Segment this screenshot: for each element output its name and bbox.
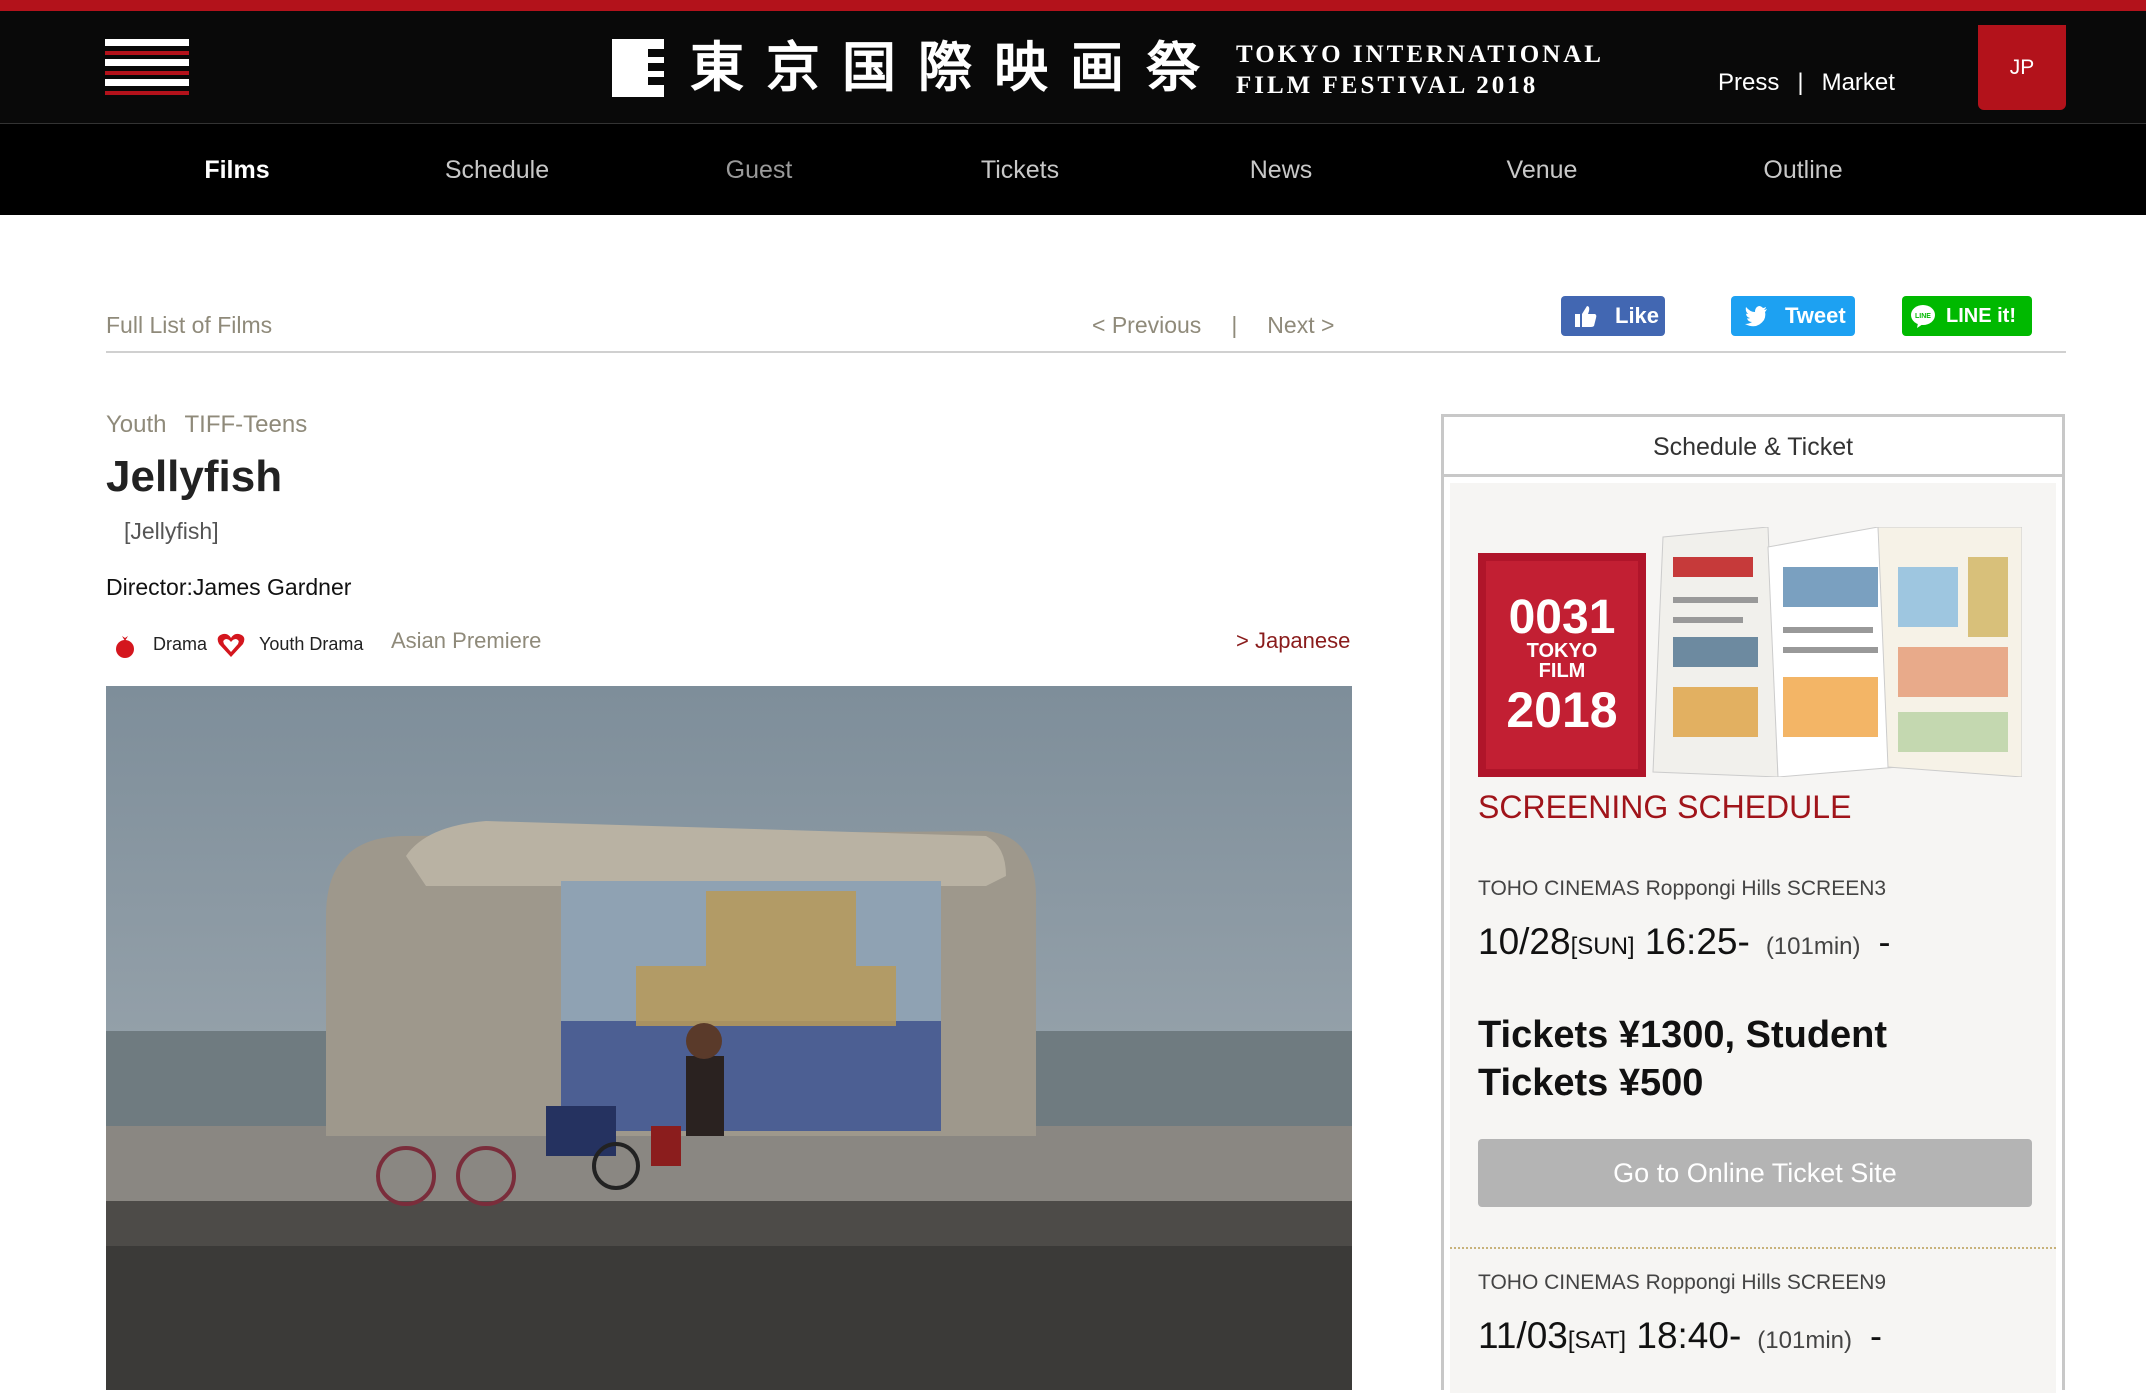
market-link[interactable]: Market xyxy=(1822,69,1895,96)
online-ticket-button[interactable]: Go to Online Ticket Site xyxy=(1478,1139,2032,1207)
screening-time: 18:40- xyxy=(1636,1315,1742,1356)
festival-logo[interactable]: 東京国際映画祭 TOKYO INTERNATIONAL FILM FESTIVA… xyxy=(612,33,1601,103)
top-links: Press | Market xyxy=(1718,69,1895,97)
nav-schedule[interactable]: Schedule xyxy=(397,124,597,216)
top-accent-bar xyxy=(0,0,2146,11)
main-nav: Films Schedule Guest Tickets News Venue … xyxy=(0,123,2146,215)
panel-header: Schedule & Ticket xyxy=(1444,417,2062,477)
nav-outline[interactable]: Outline xyxy=(1703,124,1903,216)
twitter-bird-icon xyxy=(1745,306,1767,327)
film-still-image xyxy=(106,686,1352,1390)
nav-venue[interactable]: Venue xyxy=(1442,124,1642,216)
screening-date: 10/28 xyxy=(1478,921,1571,962)
site-header: 東京国際映画祭 TOKYO INTERNATIONAL FILM FESTIVA… xyxy=(0,11,2146,123)
thumbs-up-icon xyxy=(1575,306,1597,327)
screening-venue: TOHO CINEMAS Roppongi Hills SCREEN9 xyxy=(1478,1271,1887,1294)
tag-youth[interactable]: Youth xyxy=(106,411,167,438)
screening-duration: (101min) xyxy=(1757,1327,1852,1354)
film-title: Jellyfish xyxy=(106,452,283,501)
line-label: LINE it! xyxy=(1946,305,2016,327)
menu-icon[interactable] xyxy=(105,39,189,99)
tag-tiff-teens[interactable]: TIFF-Teens xyxy=(185,411,308,438)
full-list-link[interactable]: Full List of Films xyxy=(106,312,272,339)
previous-link[interactable]: < Previous xyxy=(1092,312,1201,338)
nav-news[interactable]: News xyxy=(1181,124,1381,216)
nav-films[interactable]: Films xyxy=(137,124,337,216)
pagination: < Previous | Next > xyxy=(1092,312,1334,339)
screening-schedule-flyer[interactable]: 0031 TOKYO FILM 2018 xyxy=(1478,526,2023,778)
press-link[interactable]: Press xyxy=(1718,69,1779,96)
film-tags: Youth TIFF-Teens xyxy=(106,411,307,439)
logo-mark-icon xyxy=(612,39,664,97)
screening-duration: (101min) xyxy=(1765,933,1861,960)
ticket-price: Tickets ¥1300, Student Tickets ¥500 xyxy=(1478,1014,1888,1104)
line-icon: LINE xyxy=(1911,305,1935,328)
original-title: [Jellyfish] xyxy=(124,518,219,544)
line-share-button[interactable]: LINE LINE it! xyxy=(1902,296,2032,336)
svg-text:TOKYO: TOKYO xyxy=(1527,640,1598,662)
tweet-button[interactable]: Tweet xyxy=(1731,296,1855,336)
film-still-illustration xyxy=(106,686,1352,1390)
screening-datetime: 10/28[SUN] 16:25- (101min) - xyxy=(1478,921,1891,963)
screening-time: 16:25- xyxy=(1644,921,1750,962)
screening-day: [SAT] xyxy=(1567,1327,1627,1354)
svg-text:0031: 0031 xyxy=(1509,591,1616,644)
screening-day: [SUN] xyxy=(1570,933,1635,960)
flyer-illustration: 0031 TOKYO FILM 2018 xyxy=(1478,526,2023,778)
screening-date: 11/03 xyxy=(1478,1315,1568,1356)
genre-drama: Drama xyxy=(112,630,207,660)
genre-label: Youth Drama xyxy=(259,633,364,654)
language-jp-button[interactable]: JP xyxy=(1978,25,2066,110)
screening-dash: - xyxy=(1878,921,1891,962)
top-link-separator: | xyxy=(1797,69,1804,96)
director: Director:James Gardner xyxy=(106,574,352,600)
facebook-like-button[interactable]: Like xyxy=(1561,296,1665,336)
logo-english: TOKYO INTERNATIONAL FILM FESTIVAL 2018 xyxy=(1236,41,1604,99)
bomb-icon xyxy=(116,636,134,658)
premiere-status: Asian Premiere xyxy=(391,628,542,653)
nav-tickets[interactable]: Tickets xyxy=(920,124,1120,216)
tweet-label: Tweet xyxy=(1785,303,1846,328)
screening-dash: - xyxy=(1870,1315,1882,1356)
svg-text:FILM: FILM xyxy=(1539,660,1586,682)
logo-kanji: 東京国際映画祭 xyxy=(690,36,1222,99)
panel-body: 0031 TOKYO FILM 2018 SCREENING SCHEDULE … xyxy=(1450,483,2056,1393)
screening-venue: TOHO CINEMAS Roppongi Hills SCREEN3 xyxy=(1478,877,1887,900)
svg-text:2018: 2018 xyxy=(1506,682,1617,738)
genre-youth-drama: Youth Drama xyxy=(216,630,363,660)
svg-text:LINE: LINE xyxy=(1915,313,1931,320)
screening-schedule-title: SCREENING SCHEDULE xyxy=(1478,789,1852,825)
divider xyxy=(106,351,2066,353)
pagination-separator: | xyxy=(1231,312,1238,338)
next-link[interactable]: Next > xyxy=(1267,312,1334,338)
screening-divider xyxy=(1450,1247,2056,1249)
screening-datetime: 11/03[SAT] 18:40- (101min) - xyxy=(1478,1315,1882,1357)
schedule-ticket-panel: Schedule & Ticket 0031 TOKYO FILM 2018 S… xyxy=(1441,414,2065,1393)
like-label: Like xyxy=(1615,303,1660,328)
nav-guest[interactable]: Guest xyxy=(659,124,859,216)
heart-icon xyxy=(217,633,245,657)
japanese-page-link[interactable]: > Japanese xyxy=(1236,628,1350,654)
genre-label: Drama xyxy=(153,633,208,654)
